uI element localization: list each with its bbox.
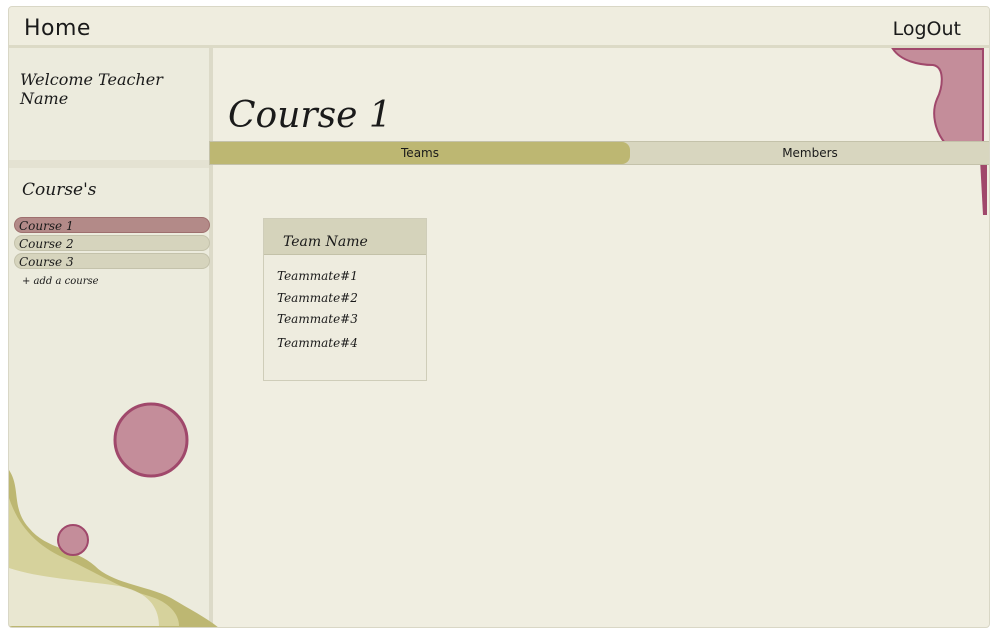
top-bar: Home LogOut <box>9 7 989 48</box>
decorative-circle-large <box>113 402 189 478</box>
decorative-circle-small <box>57 524 89 556</box>
sidebar-item-course-2[interactable]: Course 2 <box>14 235 210 251</box>
page-title: Course 1 <box>228 95 392 136</box>
teammate-item: Teammate#4 <box>277 336 358 350</box>
welcome-text: Welcome Teacher Name <box>20 70 163 108</box>
sidebar-item-course-3[interactable]: Course 3 <box>14 253 210 269</box>
tab-teams[interactable]: Teams <box>210 142 630 164</box>
teammate-item: Teammate#1 <box>277 269 358 283</box>
teammate-item: Teammate#2 <box>277 291 358 305</box>
app-frame: Home LogOut Welcome Teacher Name Course'… <box>8 6 990 628</box>
sidebar-item-course-1[interactable]: Course 1 <box>14 217 210 233</box>
decorative-blob-top-right <box>891 48 987 215</box>
decorative-hill-bottom-left <box>9 470 218 627</box>
sidebar: Welcome Teacher Name Course's Course 1 C… <box>9 48 218 627</box>
teammate-item: Teammate#3 <box>277 312 358 326</box>
team-card-header: Team Name <box>264 219 426 255</box>
add-course-link[interactable]: + add a course <box>22 276 99 287</box>
tab-bar: Teams Members <box>209 141 989 165</box>
logout-link[interactable]: LogOut <box>893 18 961 40</box>
courses-heading: Course's <box>22 180 97 200</box>
tab-members[interactable]: Members <box>630 142 989 164</box>
team-name: Team Name <box>283 234 368 250</box>
team-card[interactable]: Team Name Teammate#1 Teammate#2 Teammate… <box>263 218 427 381</box>
sidebar-divider <box>9 160 209 168</box>
home-link[interactable]: Home <box>24 16 91 41</box>
